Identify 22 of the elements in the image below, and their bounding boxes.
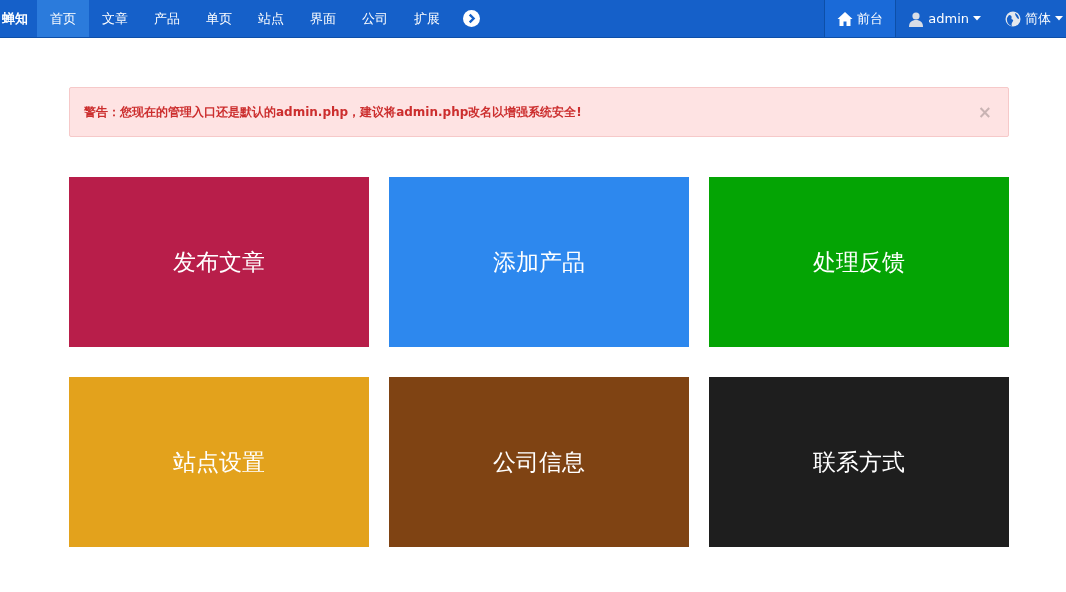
nav-tab[interactable]: 文章 [89, 0, 141, 37]
user-icon [908, 10, 925, 27]
shortcut-tile[interactable]: 添加产品 [389, 177, 689, 347]
home-icon [837, 10, 854, 27]
chevron-right-icon [463, 10, 480, 27]
nav-tab[interactable]: 公司 [349, 0, 401, 37]
shortcut-tile[interactable]: 联系方式 [709, 377, 1009, 547]
warning-text: 警告：您现在的管理入口还是默认的admin.php，建议将admin.php改名以增强系统安全! [84, 103, 582, 121]
nav-tab[interactable]: 界面 [297, 0, 349, 37]
nav-tab[interactable]: 扩展 [401, 0, 453, 37]
nav-link[interactable]: 简体 [993, 0, 1066, 37]
shortcut-tile[interactable]: 发布文章 [69, 177, 369, 347]
nav-link[interactable]: admin [896, 0, 993, 37]
brand-link[interactable]: 蝉知 [0, 0, 37, 37]
nav-tab[interactable]: 产品 [141, 0, 193, 37]
shortcut-tile[interactable]: 公司信息 [389, 377, 689, 547]
globe-icon [1005, 10, 1021, 27]
nav-link[interactable]: 前台 [824, 0, 897, 37]
nav-tab[interactable]: 单页 [193, 0, 245, 37]
shortcut-tile[interactable]: 处理反馈 [709, 177, 1009, 347]
nav-tab[interactable]: 首页 [37, 0, 89, 37]
nav-tab[interactable]: 站点 [245, 0, 297, 37]
